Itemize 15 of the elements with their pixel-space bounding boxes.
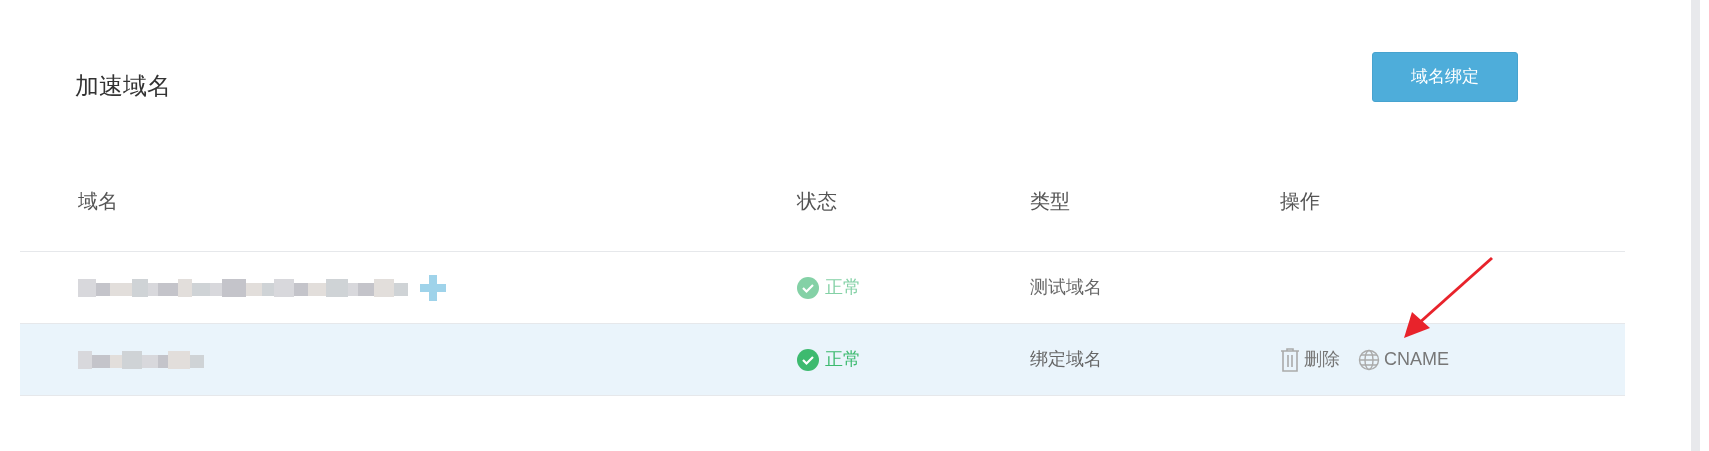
page-title: 加速域名	[75, 71, 171, 101]
column-header: 域名	[78, 188, 118, 214]
highlighted-row[interactable]: 正常 绑定域名 删除 CNAME	[20, 324, 1625, 396]
status-text: 正常	[825, 348, 861, 371]
column-header: 状态	[797, 188, 837, 214]
status-text: 正常	[825, 276, 861, 299]
delete-link[interactable]: 删除	[1280, 346, 1340, 373]
column-header: 类型	[1030, 189, 1070, 212]
domain-type: 绑定域名	[1030, 349, 1102, 369]
domain-type: 测试域名	[1030, 277, 1102, 297]
trash-icon	[1280, 347, 1300, 372]
bind-domain-button[interactable]: 域名绑定	[1372, 52, 1518, 102]
column-header: 操作	[1280, 188, 1320, 214]
cname-link[interactable]: CNAME	[1358, 346, 1449, 373]
globe-icon	[1358, 348, 1380, 371]
